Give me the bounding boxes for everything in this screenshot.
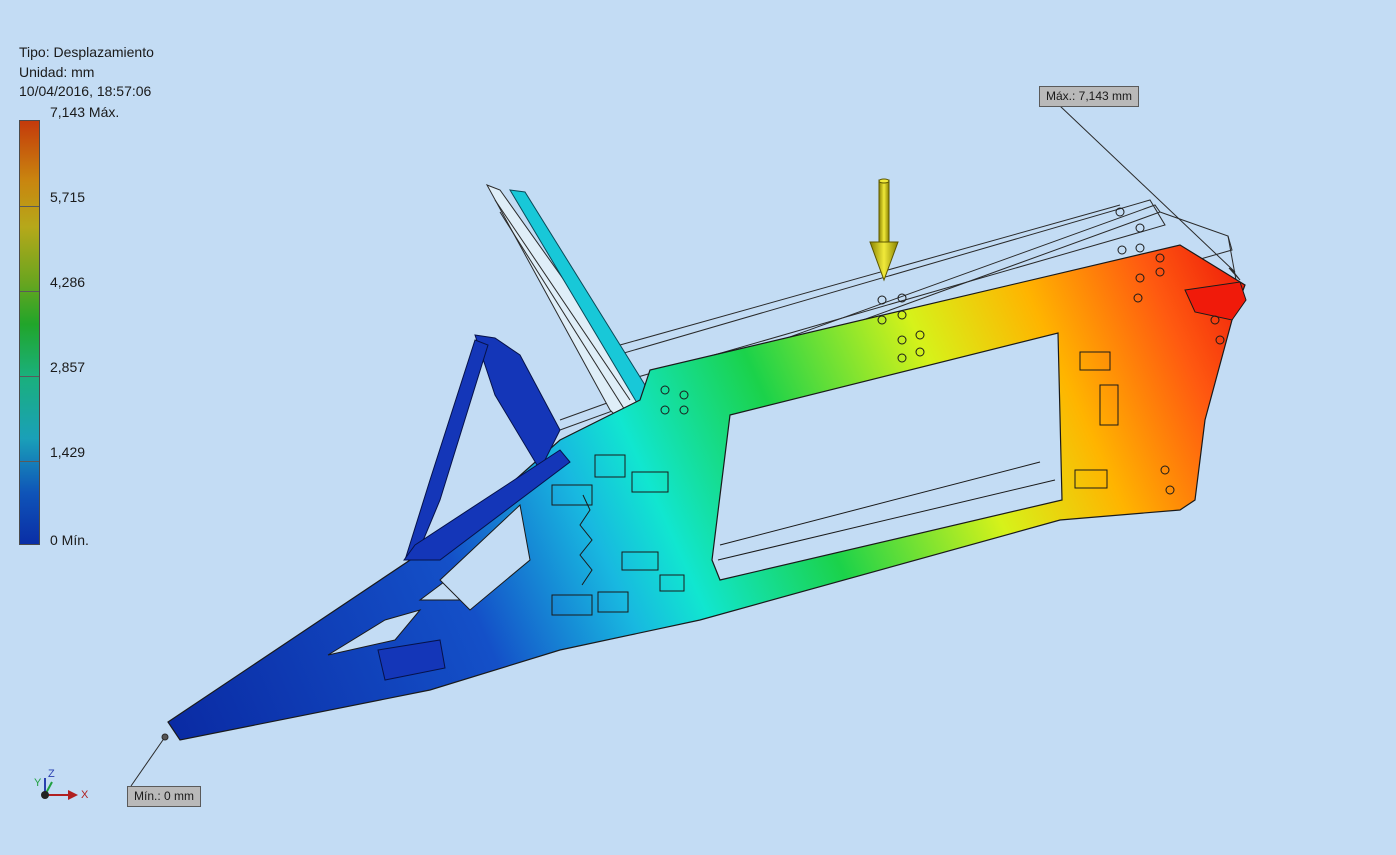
legend-tick <box>20 206 39 207</box>
legend-tick-label: 4,286 <box>50 274 86 290</box>
triad-z-label: Z <box>48 768 55 780</box>
legend-tick-label: 5,715 <box>50 189 86 205</box>
triad-x-label: X <box>81 789 89 801</box>
color-legend-bar <box>19 120 40 545</box>
legend-min-label: 0 Mín. <box>50 532 89 548</box>
result-unit: Unidad: mm <box>19 63 95 80</box>
deformed-frame-plate <box>167 244 1247 741</box>
result-timestamp: 10/04/2016, 18:57:06 <box>19 83 152 99</box>
fea-viewport[interactable]: X Y Z <box>0 0 1396 855</box>
min-probe-label[interactable]: Mín.: 0 mm <box>127 786 202 807</box>
legend-tick <box>20 376 39 377</box>
result-info: Tipo: Desplazamiento Unidad: mm 10/04/20… <box>19 43 154 102</box>
load-arrow-icon[interactable] <box>869 178 899 282</box>
max-probe-label[interactable]: Máx.: 7,143 mm <box>1039 86 1140 107</box>
legend-tick <box>20 461 39 462</box>
axis-triad[interactable]: X Y Z <box>34 768 89 801</box>
result-type: Tipo: Desplazamiento <box>19 44 154 60</box>
legend-max-label: 7,143 Máx. <box>50 104 120 120</box>
legend-tick-label: 1,429 <box>50 444 86 460</box>
triad-y-label: Y <box>34 777 42 789</box>
legend-tick <box>20 291 39 292</box>
legend-tick-label: 2,857 <box>50 359 86 375</box>
